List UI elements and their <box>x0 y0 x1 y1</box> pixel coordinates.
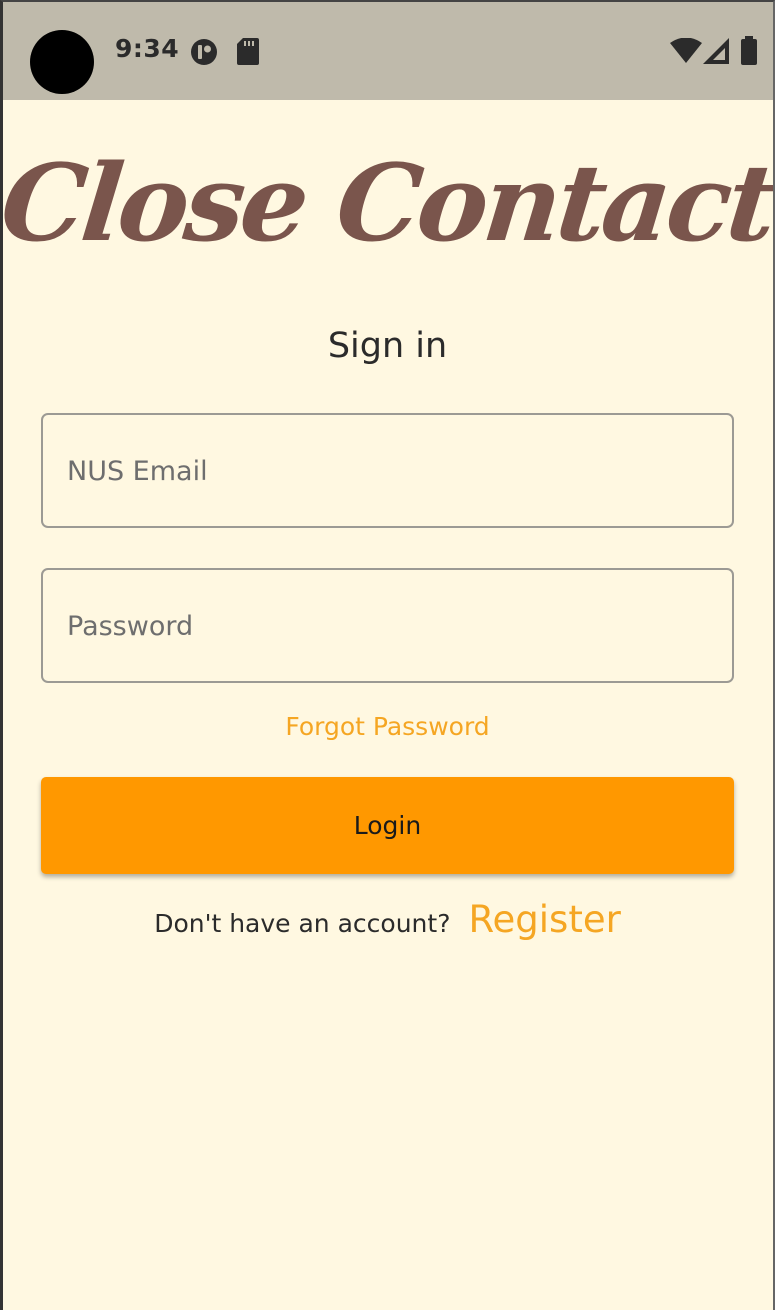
camera-punch-hole <box>30 30 94 94</box>
wifi-icon <box>670 38 702 63</box>
email-input[interactable] <box>65 415 709 528</box>
password-field[interactable] <box>41 568 734 683</box>
register-link[interactable]: Register <box>468 898 620 941</box>
login-button[interactable]: Login <box>41 777 734 874</box>
no-account-text: Don't have an account? <box>154 909 451 938</box>
page-title: Sign in <box>327 326 448 366</box>
password-input[interactable] <box>65 570 709 683</box>
register-row: Don't have an account? Register <box>0 898 775 941</box>
status-bar: 9:34 <box>0 0 775 100</box>
app-logo: Close Contact <box>0 140 775 265</box>
status-time: 9:34 <box>115 34 180 63</box>
app-notification-icon <box>191 39 217 65</box>
signal-icon <box>703 38 729 64</box>
battery-icon <box>741 36 757 65</box>
sd-card-icon <box>237 38 259 65</box>
email-field[interactable] <box>41 413 734 528</box>
forgot-password-link[interactable]: Forgot Password <box>0 712 775 741</box>
